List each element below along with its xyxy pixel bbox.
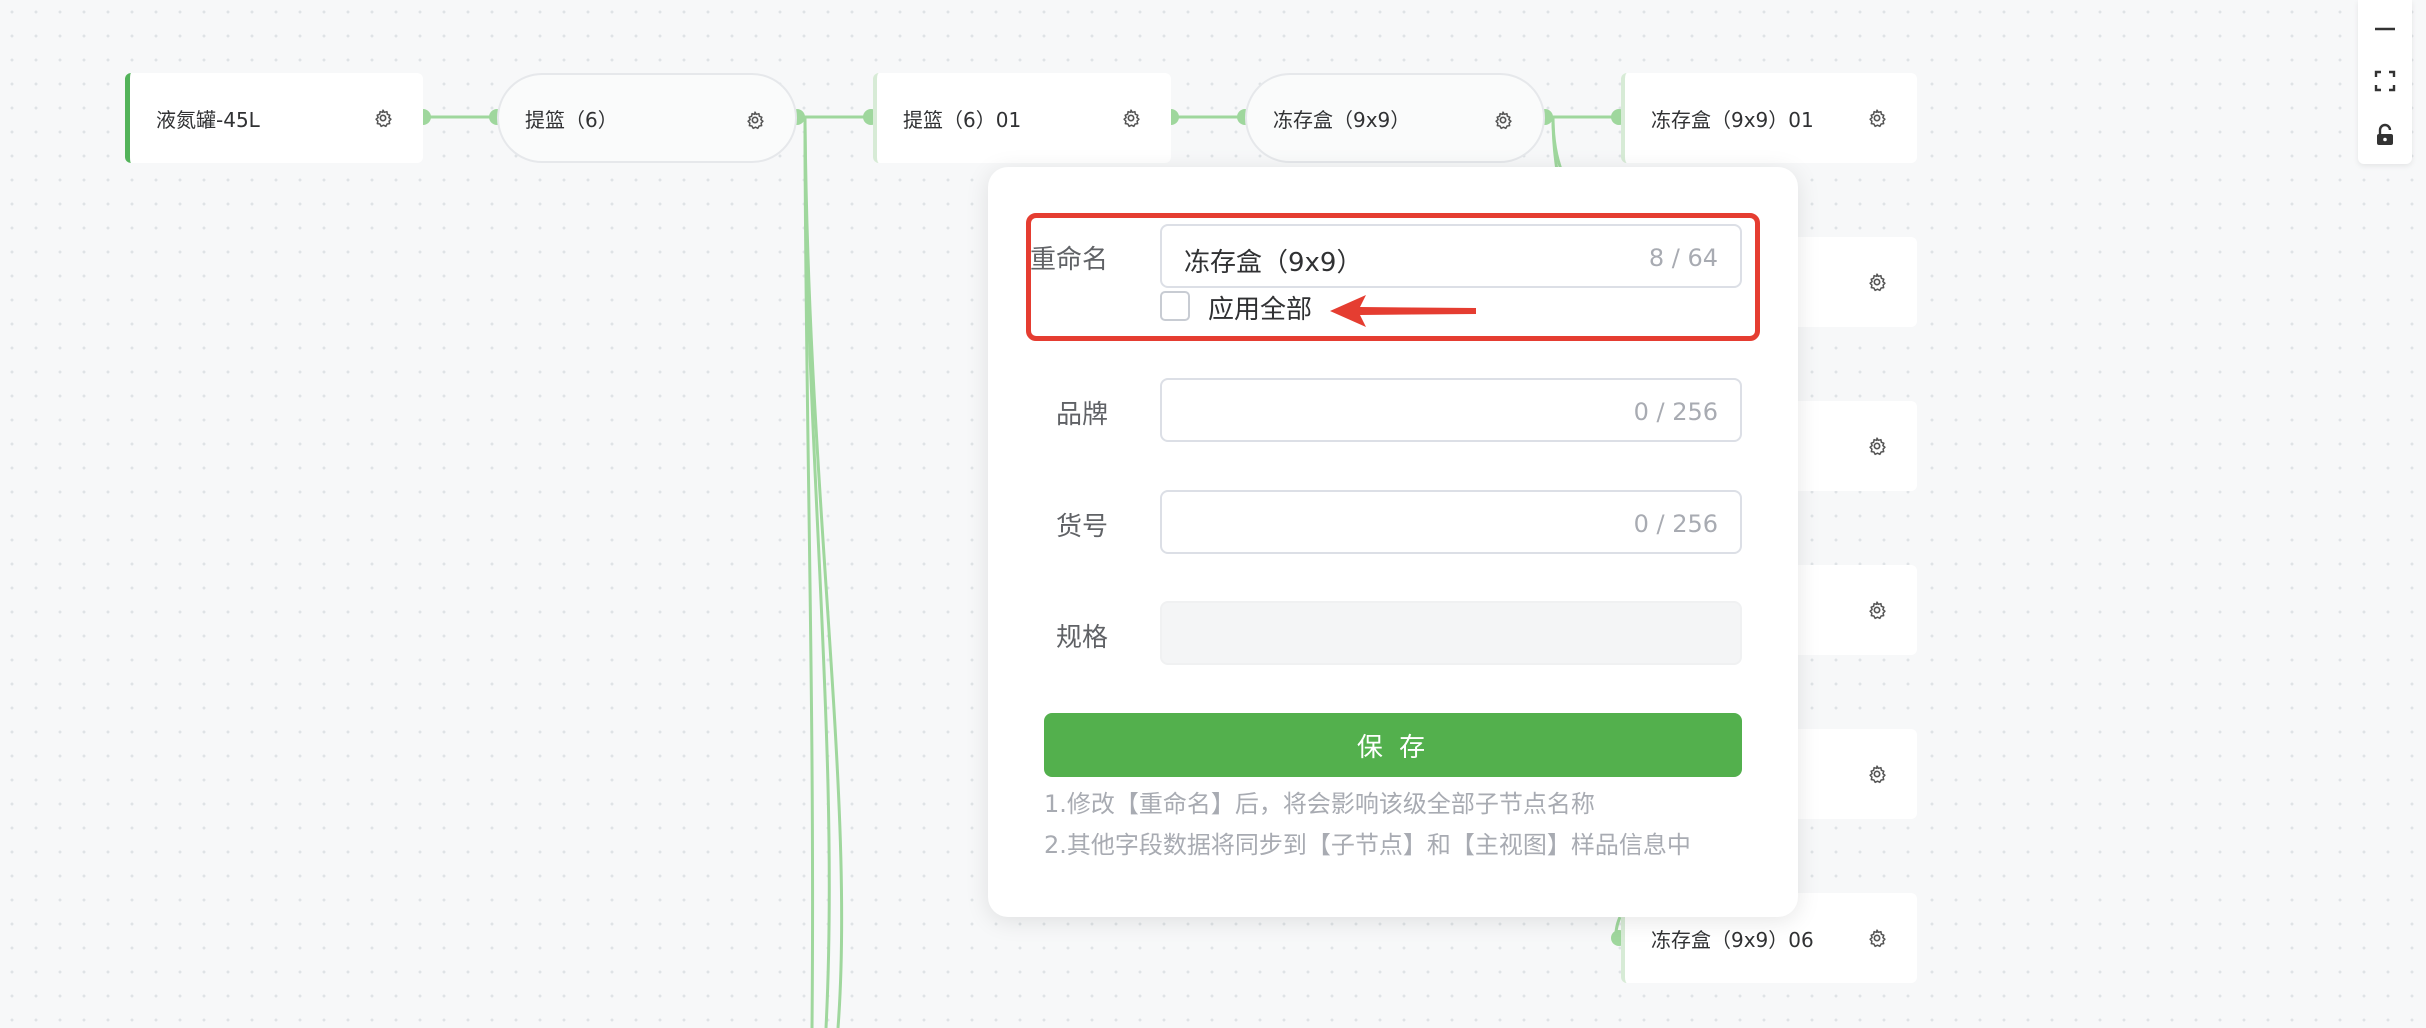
- annotation-arrow-icon: [1330, 295, 1476, 327]
- tree-node-basket-01[interactable]: 提篮（6）01: [873, 73, 1171, 163]
- rename-char-count: 8 / 64: [1648, 244, 1718, 272]
- unlock-icon: [2377, 123, 2393, 145]
- rename-input[interactable]: 冻存盒（9x9） 8 / 64: [1160, 224, 1742, 288]
- canvas-toolbar: [2358, 0, 2412, 164]
- node-label: 冻存盒（9x9）01: [1651, 107, 1814, 132]
- gear-icon[interactable]: [1493, 110, 1513, 130]
- spec-label: 规格: [1055, 623, 1108, 653]
- tree-node-box-01[interactable]: 冻存盒（9x9）01: [1621, 73, 1917, 163]
- node-label: 提篮（6）01: [903, 107, 1022, 132]
- rename-value: 冻存盒（9x9）: [1184, 248, 1363, 278]
- minus-icon: [2375, 27, 2395, 31]
- node-edit-dialog: 重命名 冻存盒（9x9） 8 / 64 应用全部 品牌 0 / 256 货号 0…: [988, 167, 1798, 917]
- sku-input[interactable]: 0 / 256: [1160, 490, 1742, 554]
- tree-node-basket[interactable]: 提篮（6）: [497, 73, 797, 163]
- gear-icon[interactable]: [745, 110, 765, 130]
- node-label: 冻存盒（9x9）: [1273, 107, 1411, 132]
- tree-node-box[interactable]: 冻存盒（9x9）: [1245, 73, 1545, 163]
- hint-text-1: 1.修改【重命名】后，将会影响该级全部子节点名称: [1044, 790, 1595, 818]
- brand-input[interactable]: 0 / 256: [1160, 378, 1742, 442]
- rename-label: 重命名: [1029, 245, 1108, 275]
- hint-text-2: 2.其他字段数据将同步到【子节点】和【主视图】样品信息中: [1044, 831, 1691, 859]
- node-label: 提篮（6）: [525, 107, 618, 132]
- gear-icon[interactable]: [373, 108, 393, 128]
- save-button[interactable]: 保 存: [1044, 713, 1742, 777]
- node-label: 冻存盒（9x9）06: [1651, 927, 1814, 952]
- tree-node-root[interactable]: 液氮罐-45L: [125, 73, 423, 163]
- apply-all-label[interactable]: 应用全部: [1208, 289, 1312, 326]
- node-label: 液氮罐-45L: [156, 107, 260, 132]
- gear-icon[interactable]: [1867, 600, 1887, 620]
- brand-label: 品牌: [1055, 400, 1108, 430]
- sku-char-count: 0 / 256: [1633, 510, 1718, 538]
- brand-char-count: 0 / 256: [1633, 398, 1718, 426]
- apply-all-checkbox[interactable]: [1160, 291, 1190, 321]
- zoom-out-button[interactable]: [2358, 2, 2412, 56]
- spec-input: [1160, 601, 1742, 665]
- fullscreen-button[interactable]: [2358, 54, 2412, 108]
- gear-icon[interactable]: [1867, 108, 1887, 128]
- gear-icon[interactable]: [1867, 928, 1887, 948]
- gear-icon[interactable]: [1121, 108, 1141, 128]
- gear-icon[interactable]: [1867, 764, 1887, 784]
- sku-label: 货号: [1055, 512, 1108, 542]
- gear-icon[interactable]: [1867, 272, 1887, 292]
- fullscreen-icon: [2374, 70, 2396, 92]
- lock-button[interactable]: [2358, 108, 2412, 162]
- gear-icon[interactable]: [1867, 436, 1887, 456]
